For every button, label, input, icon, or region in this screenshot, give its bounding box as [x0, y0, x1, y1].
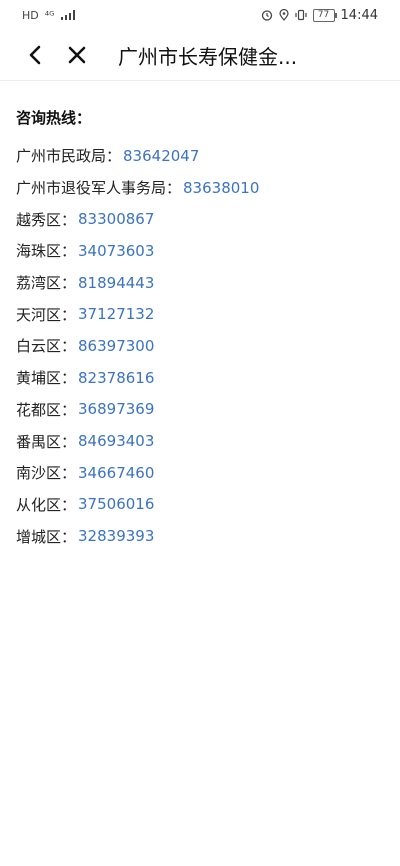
hotline-phone-link[interactable]: 81894443	[78, 274, 154, 292]
hotline-row: 番禺区： 84693403	[16, 425, 384, 457]
hotline-heading: 咨询热线：	[16, 109, 92, 127]
hotline-label: 从化区：	[16, 495, 77, 514]
hotline-phone-link[interactable]: 37127132	[78, 305, 154, 323]
status-left: HD ⁴ᴳ	[22, 9, 75, 22]
hotline-label: 天河区：	[16, 305, 77, 324]
hotline-label: 海珠区：	[16, 242, 77, 261]
hotline-row: 天河区： 37127132	[16, 298, 384, 330]
hotline-row: 越秀区： 83300867	[16, 203, 384, 235]
close-button[interactable]	[56, 34, 98, 76]
hotline-row: 广州市民政局： 83642047	[16, 140, 384, 172]
hotline-label: 荔湾区：	[16, 274, 77, 293]
status-time: 14:44	[340, 7, 378, 23]
hotline-phone-link[interactable]: 34073603	[78, 242, 154, 260]
close-icon	[68, 46, 86, 64]
battery-icon: 77	[312, 8, 337, 22]
hotline-label: 越秀区：	[16, 210, 77, 229]
hotline-row: 南沙区： 34667460	[16, 457, 384, 489]
alarm-icon	[261, 10, 272, 21]
hotline-phone-link[interactable]: 83642047	[123, 147, 199, 165]
signal-icon	[60, 10, 75, 20]
hotline-row: 广州市退役军人事务局： 83638010	[16, 172, 384, 204]
hotline-phone-link[interactable]: 36897369	[78, 400, 154, 418]
hotline-phone-link[interactable]: 82378616	[78, 369, 154, 387]
hotline-label: 广州市民政局：	[16, 147, 122, 166]
hotline-label: 番禺区：	[16, 432, 77, 451]
hotline-phone-link[interactable]: 83638010	[183, 179, 259, 197]
hotline-label: 白云区：	[16, 337, 77, 356]
nav-bar: 广州市长寿保健金...	[0, 30, 400, 81]
back-button[interactable]	[14, 34, 56, 76]
battery-level: 77	[317, 9, 330, 20]
4g-icon: ⁴ᴳ	[44, 8, 55, 22]
hotline-row: 增城区： 32839393	[16, 520, 384, 552]
hotline-label: 黄埔区：	[16, 369, 77, 388]
hotline-label: 广州市退役军人事务局：	[16, 179, 182, 198]
hotline-row: 花都区： 36897369	[16, 394, 384, 426]
hotline-label: 增城区：	[16, 527, 77, 546]
hotline-phone-link[interactable]: 37506016	[78, 495, 154, 513]
hotline-row: 黄埔区： 82378616	[16, 362, 384, 394]
hotline-label: 花都区：	[16, 400, 77, 419]
hotline-phone-link[interactable]: 34667460	[78, 464, 154, 482]
vibrate-icon	[294, 9, 307, 21]
hotline-row: 海珠区： 34073603	[16, 235, 384, 267]
hotline-label: 南沙区：	[16, 464, 77, 483]
content: 咨询热线： 广州市民政局： 83642047 广州市退役军人事务局： 83638010…	[0, 81, 400, 552]
status-right: 77 14:44	[261, 8, 378, 23]
back-arrow-icon	[29, 45, 41, 65]
hotline-row: 荔湾区： 81894443	[16, 267, 384, 299]
hotline-phone-link[interactable]: 84693403	[78, 432, 154, 450]
hotline-row: 白云区： 86397300	[16, 330, 384, 362]
hd-icon: HD	[22, 8, 39, 22]
hotline-phone-link[interactable]: 86397300	[78, 337, 154, 355]
status-bar: HD ⁴ᴳ 77 14:44	[0, 0, 400, 30]
hotline-phone-link[interactable]: 32839393	[78, 527, 154, 545]
hotline-phone-link[interactable]: 83300867	[78, 210, 154, 228]
hotline-list: 广州市民政局： 83642047 广州市退役军人事务局： 83638010 越秀区： 83…	[16, 140, 384, 552]
hotline-row: 从化区： 37506016	[16, 489, 384, 521]
page-title: 广州市长寿保健金...	[118, 44, 298, 69]
location-icon	[278, 9, 289, 21]
